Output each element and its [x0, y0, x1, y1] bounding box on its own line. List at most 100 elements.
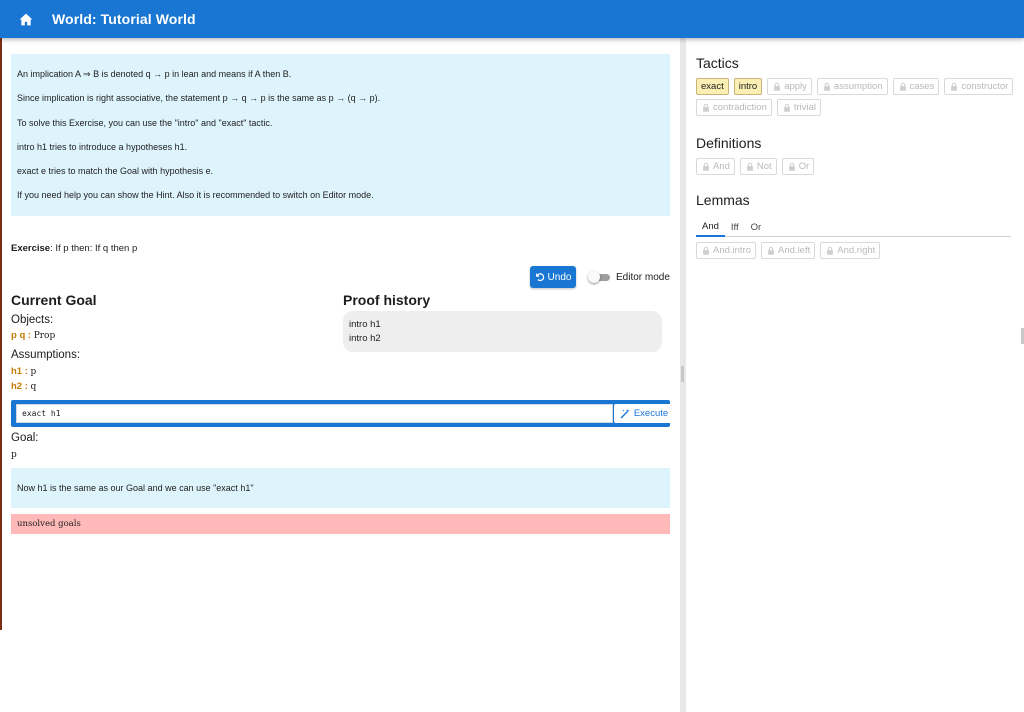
- lemma-chip-and-intro: And.intro: [696, 242, 757, 259]
- tactic-chip-trivial: trivial: [776, 99, 822, 116]
- tactic-chip-apply: apply: [767, 78, 812, 95]
- tactic-chip-label: contradiction: [713, 102, 767, 113]
- editor-mode-label: Editor mode: [616, 272, 670, 283]
- lock-icon: [827, 246, 834, 255]
- tactics-heading: Tactics: [696, 55, 739, 71]
- assumption-line: h1 : p: [11, 366, 36, 377]
- error-message: unsolved goals: [11, 514, 670, 534]
- lock-icon: [703, 103, 709, 112]
- assumption-name: h1: [11, 366, 23, 377]
- world-title: World: Tutorial World: [52, 11, 196, 27]
- undo-icon: [535, 273, 544, 282]
- tactic-chip-cases: cases: [892, 78, 940, 95]
- object-names: p q: [11, 330, 26, 341]
- lemma-tab-iff[interactable]: Iff: [725, 218, 745, 236]
- undo-button[interactable]: Undo: [530, 266, 576, 288]
- introduction-box: An implication A ⇒ B is denoted q → p in…: [11, 54, 670, 216]
- command-bar: exact h1 Execute: [11, 400, 674, 427]
- command-input[interactable]: exact h1: [16, 404, 613, 423]
- goal-label: Goal:: [11, 432, 39, 444]
- editor-mode-toggle[interactable]: [588, 271, 610, 283]
- tactic-chip-label: intro: [738, 81, 758, 92]
- assumption-name: h2: [11, 381, 23, 392]
- intro-paragraph: exact e tries to match the Goal with hyp…: [17, 166, 214, 177]
- assumption-separator: :: [22, 381, 31, 392]
- lemma-chip-label: And.right: [837, 245, 876, 256]
- tactic-chip-constructor: constructor: [944, 78, 1014, 95]
- proof-history-heading: Proof history: [343, 292, 431, 308]
- tactic-chip-label: constructor: [961, 81, 1009, 92]
- toggle-thumb: [588, 271, 600, 283]
- home-button[interactable]: [0, 0, 52, 38]
- magic-wand-icon: [620, 408, 630, 419]
- lock-icon: [824, 82, 830, 91]
- level-pane: An implication A ⇒ B is denoted q → p in…: [0, 38, 680, 712]
- definition-chip-label: Or: [798, 161, 810, 172]
- lemma-chip-label: And.intro: [713, 245, 752, 256]
- hint-message: Now h1 is the same as our Goal and we ca…: [11, 468, 670, 508]
- inventory-panel: Tactics exact intro apply assumption cases co…: [686, 38, 1024, 712]
- assumptions-label: Assumptions:: [11, 349, 81, 361]
- lock-icon: [899, 82, 906, 91]
- tactic-chip-label: cases: [909, 81, 935, 92]
- definition-chip-label: And: [713, 161, 730, 172]
- history-item[interactable]: intro h1: [349, 318, 656, 332]
- goal-value: p: [11, 450, 17, 460]
- tactic-chip-label: assumption: [833, 81, 883, 92]
- lock-icon: [951, 82, 958, 91]
- top-app-bar: World: Tutorial World: [0, 0, 1024, 38]
- assumption-type: p: [30, 367, 37, 377]
- definitions-list: And Not Or: [696, 158, 1016, 175]
- definitions-heading: Definitions: [696, 135, 762, 151]
- lock-icon: [783, 103, 790, 112]
- definition-chip-or: Or: [781, 158, 815, 175]
- assumption-separator: :: [22, 366, 31, 377]
- lemma-tab-and[interactable]: And: [696, 218, 725, 237]
- assumption-type: q: [30, 382, 37, 392]
- definition-chip-label: Not: [756, 161, 772, 172]
- current-goal-heading: Current Goal: [11, 292, 97, 308]
- execute-button[interactable]: Execute: [614, 404, 674, 423]
- tactic-chip-label: apply: [784, 81, 807, 92]
- tactic-chip-exact[interactable]: exact: [696, 78, 729, 95]
- intro-paragraph: If you need help you can show the Hint. …: [17, 190, 374, 201]
- exercise-text: : If p then: If q then p: [50, 243, 138, 254]
- execute-label: Execute: [633, 408, 669, 419]
- lock-icon: [703, 246, 709, 255]
- history-item[interactable]: intro h2: [349, 332, 656, 346]
- lock-icon: [788, 162, 795, 171]
- exercise-label: Exercise: [11, 243, 51, 254]
- tactic-chip-label: trivial: [793, 102, 817, 113]
- lemma-chip-and-left: And.left: [761, 242, 816, 259]
- lock-icon: [768, 246, 774, 255]
- tactic-chip-assumption: assumption: [816, 78, 888, 95]
- intro-paragraph: Since implication is right associative, …: [17, 93, 381, 104]
- divider-handle[interactable]: [681, 366, 684, 382]
- assumption-line: h2 : q: [11, 381, 36, 392]
- lemmas-list: And.intro And.left And.right: [696, 242, 1016, 259]
- object-type: Prop: [33, 331, 56, 341]
- undo-label: Undo: [547, 271, 572, 283]
- lock-icon: [774, 82, 781, 91]
- definition-chip-and: And: [696, 158, 735, 175]
- tactic-chip-label: exact: [701, 81, 724, 92]
- lemma-chip-label: And.left: [778, 245, 811, 256]
- lemma-chip-and-right: And.right: [820, 242, 881, 259]
- lemma-tab-or[interactable]: Or: [745, 218, 768, 236]
- objects-line: p q : Prop: [11, 330, 55, 341]
- tactic-chip-intro[interactable]: intro: [733, 78, 763, 95]
- definition-chip-not: Not: [739, 158, 777, 175]
- proof-history-list: intro h1 intro h2: [343, 311, 662, 352]
- lock-icon: [703, 162, 709, 171]
- lemmas-heading: Lemmas: [696, 192, 750, 208]
- tactics-list: exact intro apply assumption cases constructo…: [696, 78, 1016, 116]
- object-separator: :: [25, 330, 34, 341]
- lock-icon: [746, 162, 753, 171]
- intro-paragraph: To solve this Exercise, you can use the …: [17, 117, 273, 128]
- intro-paragraph: An implication A ⇒ B is denoted q → p in…: [17, 69, 292, 79]
- lemma-tabs: And Iff Or: [696, 218, 1011, 237]
- objects-label: Objects:: [11, 314, 54, 326]
- exercise-statement: Exercise: If p then: If q then p: [11, 243, 137, 254]
- home-icon: [19, 13, 33, 25]
- intro-paragraph: intro h1 tries to introduce a hypotheses…: [17, 141, 188, 152]
